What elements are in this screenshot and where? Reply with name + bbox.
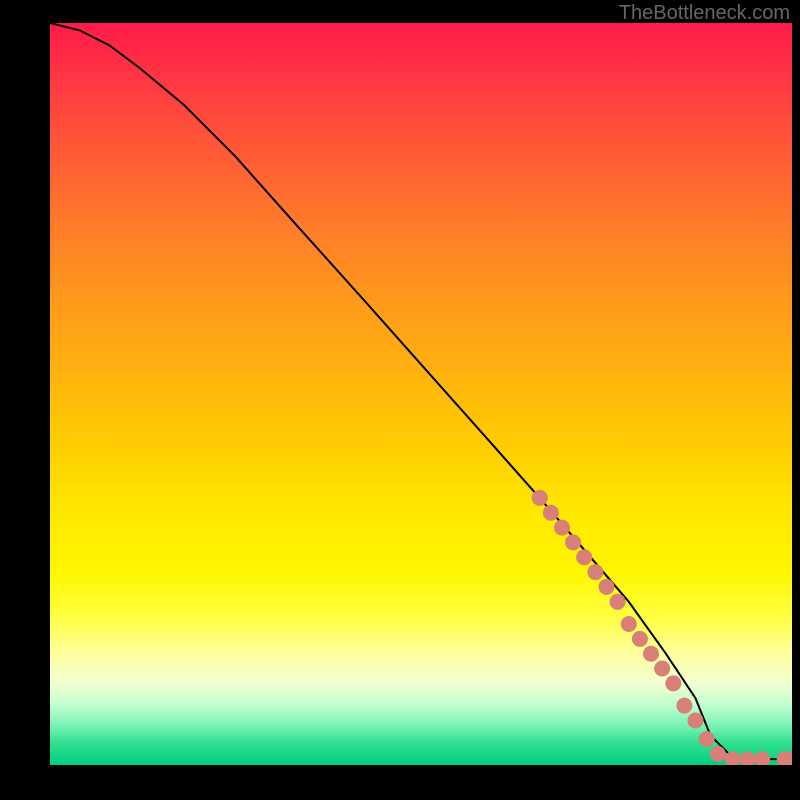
plot-background (50, 23, 792, 765)
attribution-text: TheBottleneck.com (619, 2, 790, 25)
chart-container: TheBottleneck.com (0, 0, 800, 800)
